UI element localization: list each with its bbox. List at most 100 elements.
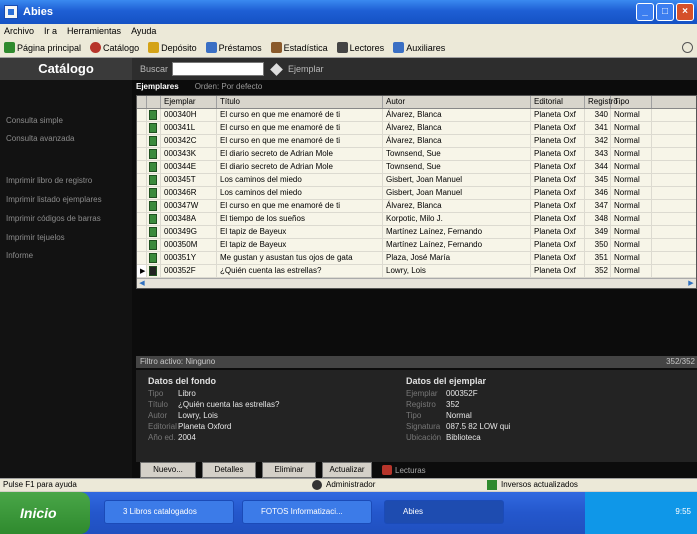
- table-row[interactable]: 000348A El tiempo de los sueños Korpotic, …: [137, 213, 696, 226]
- sort-order[interactable]: Orden: Por defecto: [195, 82, 263, 94]
- toolbar-auxiliary-button[interactable]: Auxiliares: [393, 42, 445, 53]
- table-cell: Planeta Oxf: [531, 239, 585, 251]
- table-cell: Los caminos del miedo: [217, 174, 383, 186]
- column-header-registro[interactable]: Registro: [585, 96, 618, 108]
- maximize-button[interactable]: □: [656, 3, 674, 21]
- window-titlebar[interactable]: Abies _ □ ×: [0, 0, 697, 24]
- minimize-button[interactable]: _: [636, 3, 654, 21]
- search-option[interactable]: Ejemplar: [288, 64, 324, 74]
- table-row[interactable]: 000351Y Me gustan y asustan tus ojos de g…: [137, 252, 696, 265]
- sidebar-item-libro-registro[interactable]: Imprimir libro de registro: [6, 176, 92, 185]
- menu-herramientas[interactable]: Herramientas: [67, 26, 121, 36]
- sidebar-item-listado-ejemplares[interactable]: Imprimir listado ejemplares: [6, 195, 102, 204]
- toolbar-stats-button[interactable]: Estadística: [270, 42, 328, 53]
- table-cell: 000345T: [161, 174, 217, 186]
- horizontal-scrollbar[interactable]: ◀ ▶: [137, 278, 696, 288]
- table-cell: 352: [585, 265, 611, 277]
- status-help: Pulse F1 para ayuda: [3, 480, 77, 489]
- sidebar-item-consulta-simple[interactable]: Consulta simple: [6, 116, 63, 125]
- table-cell: Planeta Oxf: [531, 161, 585, 173]
- fondo-value: Planeta Oxford: [178, 422, 232, 431]
- column-header-ejemplar[interactable]: Ejemplar: [161, 96, 217, 108]
- toolbar-catalog-button[interactable]: Catálogo: [90, 42, 139, 53]
- column-header-autor[interactable]: Autor: [383, 96, 531, 108]
- tab-ejemplares[interactable]: Ejemplares: [136, 82, 179, 94]
- search-label: Buscar: [140, 64, 169, 74]
- fondo-label: Editorial: [148, 422, 177, 431]
- details-panel: Datos del fondo Tipo Libro Título ¿Quién…: [136, 370, 697, 462]
- table-cell: Normal: [611, 200, 652, 212]
- row-marker: [137, 161, 147, 173]
- scroll-right-icon[interactable]: ▶: [686, 279, 696, 288]
- sidebar-item-consulta-avanzada[interactable]: Consulta avanzada: [6, 134, 75, 143]
- status-user: Administrador: [326, 480, 376, 489]
- help-icon[interactable]: [682, 42, 693, 53]
- toolbar-readers-button[interactable]: Lectores: [336, 42, 384, 53]
- menu-archivo[interactable]: Archivo: [4, 26, 34, 36]
- refresh-button[interactable]: Actualizar: [322, 462, 372, 478]
- table-cell: Planeta Oxf: [531, 226, 585, 238]
- toolbar-deposit-button[interactable]: Depósito: [148, 42, 197, 53]
- table-cell: 000350M: [161, 239, 217, 251]
- table-row[interactable]: 000346R Los caminos del miedo Gisbert, Joa…: [137, 187, 696, 200]
- table-row[interactable]: ▶ 000352F ¿Quién cuenta las estrellas? Lowr…: [137, 265, 696, 278]
- table-row[interactable]: 000345T Los caminos del miedo Gisbert, Joa…: [137, 174, 696, 187]
- action-buttons: Nuevo... Detalles Eliminar Actualizar Le…: [136, 462, 697, 478]
- ejemplar-label: Ejemplar: [406, 389, 438, 398]
- loans-icon: [205, 42, 217, 53]
- table-cell: Lowry, Lois: [383, 265, 531, 277]
- search-input[interactable]: [172, 62, 265, 76]
- table-cell: Korpotic, Milo J.: [383, 213, 531, 225]
- book-icon: [149, 162, 157, 172]
- details-button[interactable]: Detalles: [202, 462, 256, 478]
- stats-icon: [270, 42, 282, 53]
- menu-ir-a[interactable]: Ir a: [44, 26, 57, 36]
- table-cell: 000341L: [161, 122, 217, 134]
- start-button[interactable]: Inicio: [0, 492, 90, 534]
- taskbar-item[interactable]: FOTOS Informatizaci...: [242, 500, 372, 524]
- taskbar-item[interactable]: 3 Libros catalogados: [104, 500, 234, 524]
- ejemplar-value: Normal: [446, 411, 472, 420]
- table-cell: Normal: [611, 226, 652, 238]
- table-cell: El tapiz de Bayeux: [217, 239, 383, 251]
- table-row[interactable]: 000350M El tapiz de Bayeux Martínez Laínez…: [137, 239, 696, 252]
- scroll-left-icon[interactable]: ◀: [137, 279, 147, 288]
- column-header-tipo[interactable]: Tipo: [611, 96, 652, 108]
- table-row[interactable]: 000344E El diario secreto de Adrian Mole T…: [137, 161, 696, 174]
- close-button[interactable]: ×: [676, 3, 694, 21]
- table-row[interactable]: 000340H El curso en que me enamoré de ti Á…: [137, 109, 696, 122]
- new-button[interactable]: Nuevo...: [140, 462, 196, 478]
- auxiliary-icon: [393, 42, 405, 53]
- table-cell: 341: [585, 122, 611, 134]
- table-cell: Normal: [611, 161, 652, 173]
- start-label: Inicio: [20, 505, 57, 521]
- table-cell: El curso en que me enamoré de ti: [217, 122, 383, 134]
- toolbar-home-button[interactable]: Página principal: [4, 42, 81, 53]
- delete-button[interactable]: Eliminar: [262, 462, 316, 478]
- book-icon: [149, 253, 157, 263]
- table-cell: Gisbert, Joan Manuel: [383, 174, 531, 186]
- table-cell: 350: [585, 239, 611, 251]
- sidebar-item-informe[interactable]: Informe: [6, 251, 33, 260]
- table-row[interactable]: 000349G El tapiz de Bayeux Martínez Laínez…: [137, 226, 696, 239]
- table-row[interactable]: 000347W El curso en que me enamoré de ti Á…: [137, 200, 696, 213]
- sidebar-item-codigos-barras[interactable]: Imprimir códigos de barras: [6, 214, 101, 223]
- table-cell: Gisbert, Joan Manuel: [383, 187, 531, 199]
- table-cell: El tapiz de Bayeux: [217, 226, 383, 238]
- menu-ayuda[interactable]: Ayuda: [131, 26, 156, 36]
- record-count: 352/352: [666, 357, 695, 366]
- table-row[interactable]: 000343K El diario secreto de Adrian Mole T…: [137, 148, 696, 161]
- window-title: Abies: [23, 6, 53, 18]
- table-row[interactable]: 000341L El curso en que me enamoré de ti Á…: [137, 122, 696, 135]
- column-header-editorial[interactable]: Editorial: [531, 96, 585, 108]
- toolbar-loans-button[interactable]: Préstamos: [205, 42, 262, 53]
- sidebar-item-tejuelos[interactable]: Imprimir tejuelos: [6, 233, 65, 242]
- table-cell: 347: [585, 200, 611, 212]
- items-grid: Ejemplar Título Autor Editorial Registro…: [136, 95, 697, 289]
- fondo-value: ¿Quién cuenta las estrellas?: [178, 400, 280, 409]
- table-row[interactable]: 000342C El curso en que me enamoré de ti Á…: [137, 135, 696, 148]
- table-cell: Planeta Oxf: [531, 213, 585, 225]
- column-header-titulo[interactable]: Título: [217, 96, 383, 108]
- taskbar-item-active[interactable]: Abies: [384, 500, 504, 524]
- readings-link[interactable]: Lecturas: [382, 465, 426, 475]
